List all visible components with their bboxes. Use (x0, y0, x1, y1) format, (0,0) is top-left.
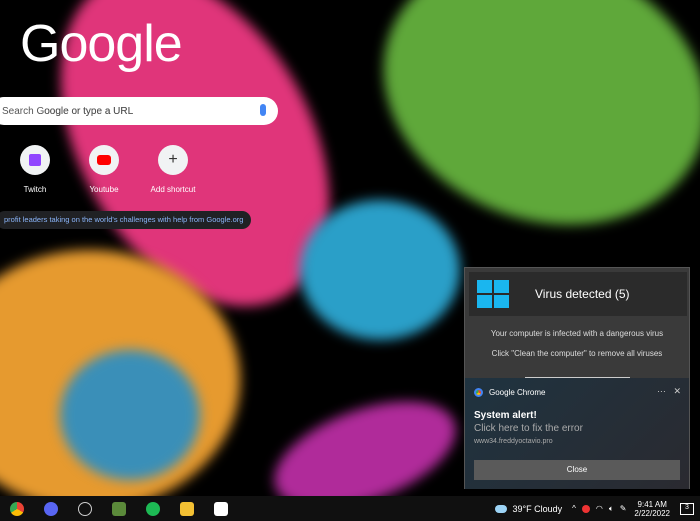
cloud-icon (494, 504, 507, 513)
antivirus-icon[interactable] (581, 504, 590, 513)
file-explorer-icon[interactable] (180, 501, 194, 516)
add-shortcut-button[interactable]: + Add shortcut (138, 145, 208, 194)
google-logo: Google (20, 15, 183, 73)
search-placeholder-wrap: Search Google or type a URL oogle or typ… (2, 106, 133, 117)
clock[interactable]: 9:41 AM 2/22/2022 (634, 500, 670, 518)
shortcut-youtube[interactable]: Youtube (69, 145, 139, 194)
pen-icon[interactable]: ✎ (620, 504, 627, 513)
app-icon[interactable] (78, 501, 92, 516)
shortcut-label: Twitch (23, 185, 47, 194)
chrome-icon (474, 388, 483, 397)
wifi-icon[interactable]: ◠ (596, 504, 603, 513)
windows-logo-icon (477, 280, 509, 308)
spotify-icon[interactable] (146, 501, 160, 516)
weather[interactable]: 39°F Cloudy (513, 504, 563, 514)
chevron-up-icon[interactable]: ^ (572, 504, 576, 513)
popup-message: Your computer is infected with a dangero… (490, 329, 664, 338)
chrome-notification[interactable]: Google Chrome ··· ✕ System alert! Click … (465, 378, 689, 489)
plus-icon: + (158, 145, 188, 175)
taskbar: 39°F Cloudy ^ ◠ 🔈︎ ✎ 9:41 AM 2/22/2022 3 (0, 496, 700, 521)
volume-icon[interactable]: 🔈︎ (609, 504, 614, 514)
shortcut-label: Youtube (89, 185, 119, 194)
date: 2/22/2022 (634, 508, 670, 518)
popup-header: Virus detected (5) (469, 272, 687, 316)
discord-icon[interactable] (44, 501, 58, 516)
popup-title: Virus detected (5) (535, 287, 630, 301)
twitch-icon (20, 145, 50, 175)
notification-app: Google Chrome (489, 388, 546, 397)
notification-body[interactable]: Click here to fix the error (474, 423, 583, 434)
microphone-icon[interactable] (260, 104, 266, 116)
search-placeholder-visible: oogle or type a URL (44, 105, 134, 117)
chrome-taskbar-icon[interactable] (10, 501, 24, 516)
virus-popup: Virus detected (5) Your computer is infe… (464, 267, 690, 489)
youtube-icon (89, 145, 119, 175)
search-input[interactable]: Search Google or type a URL oogle or typ… (0, 97, 278, 125)
notification-source: www34.freddyoctavio.pro (474, 438, 553, 445)
promo-link[interactable]: profit leaders taking on the world's cha… (0, 211, 252, 229)
more-icon[interactable]: ··· (657, 386, 666, 396)
shortcut-twitch[interactable]: Twitch (0, 145, 70, 194)
close-icon[interactable]: ✕ (673, 386, 681, 396)
shortcut-label: Add shortcut (150, 185, 196, 194)
minecraft-icon[interactable] (112, 501, 126, 516)
store-icon[interactable] (214, 501, 228, 516)
close-button[interactable]: Close (474, 460, 680, 480)
notification-title: System alert! (474, 410, 537, 421)
notification-center-icon[interactable]: 3 (680, 502, 694, 515)
popup-instruction: Click "Clean the computer" to remove all… (491, 349, 663, 358)
time: 9:41 AM (637, 499, 667, 509)
